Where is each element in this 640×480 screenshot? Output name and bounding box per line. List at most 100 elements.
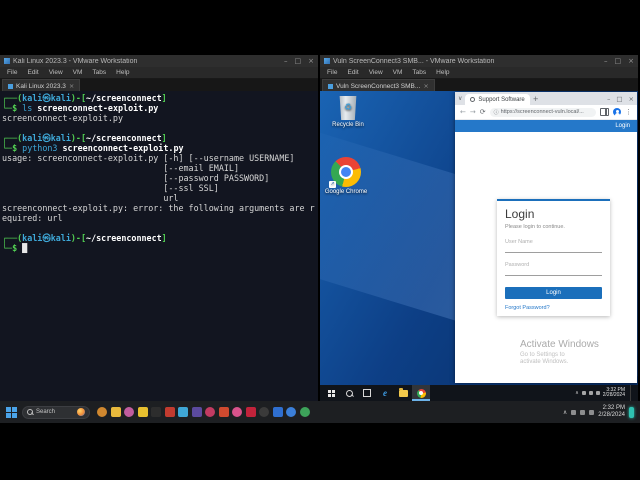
maximize-icon[interactable]: □ <box>295 58 302 65</box>
vmware-menubar: File Edit View VM Tabs Help <box>0 67 318 79</box>
task-view-button[interactable] <box>358 385 376 401</box>
host-start-button[interactable] <box>6 407 17 418</box>
desktop-icon-label: Recycle Bin <box>332 122 364 128</box>
windows-tab-icon <box>328 84 333 89</box>
language-icon[interactable] <box>571 410 576 415</box>
taskbar-pinned-app-teal[interactable] <box>178 407 188 417</box>
edge-button[interactable]: e <box>376 385 394 401</box>
forgot-password-link[interactable]: Forgot Password? <box>505 305 602 311</box>
clock[interactable]: 3:32 PM 2/28/2024 <box>603 388 625 399</box>
terminal-line: screenconnect-exploit.py <box>2 113 316 123</box>
task-view-icon <box>363 389 371 397</box>
kali-terminal[interactable]: ┌──(kali㉿kali)-[~/screenconnect]└─$ ls s… <box>0 91 318 401</box>
maximize-icon[interactable]: □ <box>615 58 622 65</box>
host-search-box[interactable]: Search <box>22 406 90 419</box>
terminal-line: └─$ ls screenconnect-exploit.py <box>2 103 316 113</box>
volume-icon[interactable] <box>580 410 585 415</box>
search-icon <box>27 409 33 415</box>
password-field[interactable]: Password <box>505 262 602 276</box>
minimize-icon[interactable]: – <box>284 58 288 65</box>
menu-item-view[interactable]: View <box>369 69 383 76</box>
minimize-icon[interactable]: – <box>607 95 610 103</box>
menu-item-help[interactable]: Help <box>436 69 449 76</box>
login-button[interactable]: Login <box>505 287 602 299</box>
menu-item-vm[interactable]: VM <box>393 69 403 76</box>
desktop-icon-google-chrome[interactable]: ↗ Google Chrome <box>322 157 370 195</box>
menu-item-edit[interactable]: Edit <box>347 69 358 76</box>
minimize-icon[interactable]: – <box>604 58 608 65</box>
taskbar-pinned-app-magenta[interactable] <box>124 407 134 417</box>
taskbar-pinned-app-gold[interactable] <box>111 407 121 417</box>
taskbar-pinned-app-red[interactable] <box>165 407 175 417</box>
new-tab-button[interactable]: + <box>533 95 539 103</box>
taskbar-pinned-app-music[interactable] <box>246 407 256 417</box>
header-login-link[interactable]: Login <box>615 123 630 129</box>
host-system-tray: ∧ 2:32 PM 2/28/2024 <box>563 405 634 419</box>
menu-kebab-icon[interactable]: ⋮ <box>625 108 632 116</box>
taskbar-pinned-app-purple[interactable] <box>192 407 202 417</box>
taskbar-pinned-file-explorer[interactable] <box>138 407 148 417</box>
host-clock[interactable]: 2:32 PM 2/28/2024 <box>598 405 625 419</box>
screenconnect-page: Login Login Please login to continue. Us… <box>455 120 637 383</box>
close-icon[interactable]: × <box>629 95 634 103</box>
tab-search-icon[interactable]: ∨ <box>458 95 462 102</box>
window-title: Kali Linux 2023.3 - VMware Workstation <box>13 58 281 65</box>
menu-item-tabs[interactable]: Tabs <box>92 69 106 76</box>
file-explorer-button[interactable] <box>394 385 412 401</box>
volume-icon[interactable] <box>596 391 600 395</box>
search-button[interactable] <box>340 385 358 401</box>
pinned-apps <box>97 407 310 417</box>
terminal-line: screenconnect-exploit.py: error: the fol… <box>2 203 316 213</box>
forward-icon[interactable]: → <box>470 109 476 116</box>
window-titlebar[interactable]: Vuln ScreenConnect3 SMB... - VMware Work… <box>320 55 638 67</box>
menu-item-help[interactable]: Help <box>116 69 129 76</box>
username-field[interactable]: User Name <box>505 239 602 253</box>
taskbar-pinned-app-pink[interactable] <box>232 407 242 417</box>
terminal-line <box>2 123 316 133</box>
taskbar-pinned-app-blue-globe[interactable] <box>286 407 296 417</box>
notifications-icon[interactable] <box>582 391 586 395</box>
taskbar-pinned-app-orange[interactable] <box>97 407 107 417</box>
close-icon[interactable]: × <box>628 58 634 65</box>
taskbar-pinned-app-dark[interactable] <box>259 407 269 417</box>
menu-item-file[interactable]: File <box>327 69 337 76</box>
back-icon[interactable]: ← <box>460 109 466 116</box>
network-icon[interactable] <box>589 391 593 395</box>
taskbar-pinned-app-blue-triangle[interactable] <box>273 407 283 417</box>
reload-icon[interactable]: ⟳ <box>480 109 486 116</box>
profile-avatar[interactable] <box>613 108 621 116</box>
desktop-icon-recycle-bin[interactable]: ♻ Recycle Bin <box>324 96 372 128</box>
network-icon[interactable] <box>589 410 594 415</box>
login-card: Login Please login to continue. User Nam… <box>497 199 610 316</box>
tab-close-icon[interactable]: × <box>69 82 74 90</box>
browser-tab[interactable]: Support Software <box>465 94 529 105</box>
recycle-bin-icon: ♻ <box>339 96 358 120</box>
taskbar-pinned-app-green[interactable] <box>300 407 310 417</box>
side-panel-icon[interactable] <box>600 108 609 116</box>
edge-icon: e <box>383 388 387 398</box>
taskbar-pinned-app-vermilion[interactable] <box>219 407 229 417</box>
tray-chevron-icon[interactable]: ∧ <box>575 390 579 396</box>
start-button[interactable] <box>322 385 340 401</box>
terminal-line: [--password PASSWORD] <box>2 173 316 183</box>
menu-item-view[interactable]: View <box>49 69 63 76</box>
maximize-icon[interactable]: □ <box>616 95 622 103</box>
tab-close-icon[interactable]: × <box>423 82 428 90</box>
window-titlebar[interactable]: Kali Linux 2023.3 - VMware Workstation –… <box>0 55 318 67</box>
show-desktop-button[interactable] <box>630 385 634 401</box>
vm-tab-label: Kali Linux 2023.3 <box>16 83 66 90</box>
tray-chevron-icon[interactable]: ∧ <box>563 409 567 416</box>
menu-item-vm[interactable]: VM <box>73 69 83 76</box>
terminal-line: ┌──(kali㉿kali)-[~/screenconnect] <box>2 93 316 103</box>
menu-item-tabs[interactable]: Tabs <box>412 69 426 76</box>
system-tray: ∧ 3:32 PM 2/28/2024 <box>575 385 636 401</box>
chrome-icon <box>417 389 426 398</box>
close-icon[interactable]: × <box>308 58 314 65</box>
menu-item-edit[interactable]: Edit <box>27 69 38 76</box>
chrome-taskbar-button[interactable] <box>412 385 430 401</box>
taskbar-pinned-terminal[interactable] <box>151 407 161 417</box>
address-bar[interactable]: ⓘ https://screenconnect-vuln.local/... <box>490 108 596 117</box>
taskbar-pinned-app-crimson[interactable] <box>205 407 215 417</box>
notification-badge[interactable] <box>629 407 634 418</box>
menu-item-file[interactable]: File <box>7 69 17 76</box>
